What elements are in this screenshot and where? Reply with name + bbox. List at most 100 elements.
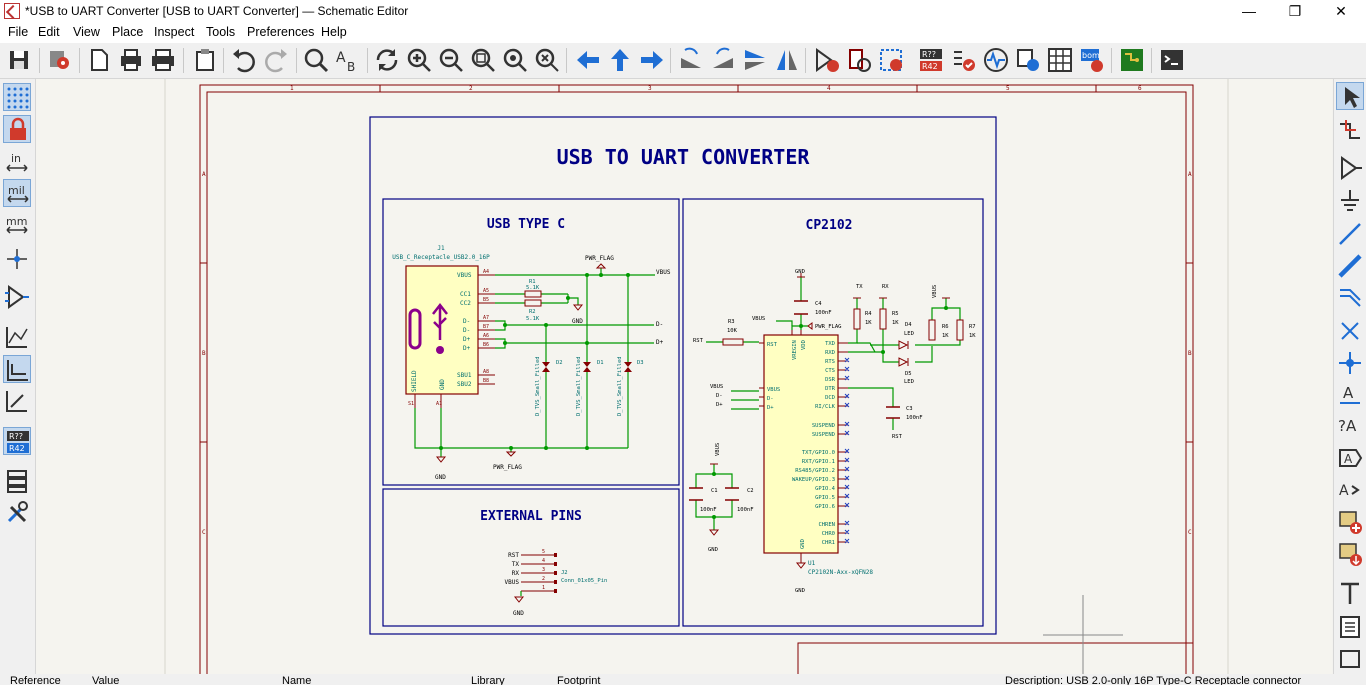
menu-inspect[interactable]: Inspect [154, 25, 194, 39]
highlight-net-icon[interactable] [1336, 116, 1364, 144]
resistor-r2[interactable] [524, 299, 542, 307]
save-icon[interactable] [5, 46, 33, 74]
units-inch-icon[interactable]: in [3, 149, 31, 177]
add-line-icon[interactable] [1336, 580, 1364, 608]
grid-toggle-icon[interactable] [3, 83, 31, 111]
zoom-selection-icon[interactable] [533, 46, 561, 74]
led-d5[interactable] [898, 357, 909, 367]
symbol-editor-icon[interactable] [845, 46, 873, 74]
redo-icon[interactable] [263, 46, 291, 74]
maximize-button[interactable]: ❐ [1272, 0, 1318, 22]
schematic-setup-icon[interactable] [46, 46, 74, 74]
erc-icon[interactable] [950, 46, 978, 74]
add-wire-icon[interactable] [1336, 220, 1364, 248]
line-angle-free-icon[interactable] [3, 323, 31, 351]
usb-pwr-flag-1: PWR_FLAG [585, 255, 614, 262]
menu-view[interactable]: View [73, 25, 100, 39]
print-icon[interactable] [117, 46, 145, 74]
tvs-diode-d2[interactable] [542, 362, 550, 372]
scripting-console-icon[interactable] [1158, 46, 1186, 74]
add-junction-icon[interactable] [1336, 349, 1364, 377]
resistor-r1[interactable] [524, 290, 542, 298]
bom-table-icon[interactable] [1046, 46, 1074, 74]
symbol-library-icon[interactable] [877, 46, 905, 74]
capacitor-c3[interactable] [886, 406, 900, 419]
arrow-left-icon[interactable] [574, 46, 602, 74]
hidden-pins-icon[interactable] [3, 283, 31, 311]
resistor-r5[interactable] [879, 308, 887, 330]
add-power-icon[interactable] [1336, 187, 1364, 215]
refresh-icon[interactable] [373, 46, 401, 74]
menu-file[interactable]: File [8, 25, 28, 39]
bom-icon[interactable]: bom [1078, 46, 1106, 74]
undo-icon[interactable] [229, 46, 257, 74]
line-angle-90-icon[interactable] [3, 355, 31, 383]
properties-tools-icon[interactable] [3, 499, 31, 527]
rotate-cw-icon[interactable] [709, 46, 737, 74]
minimize-button[interactable]: — [1226, 0, 1272, 22]
menu-tools[interactable]: Tools [206, 25, 235, 39]
annotate-icon[interactable] [813, 46, 841, 74]
grid-lock-icon[interactable] [3, 115, 31, 143]
menu-place[interactable]: Place [112, 25, 143, 39]
hierarchy-navigator-icon[interactable] [3, 467, 31, 495]
add-textbox-icon[interactable] [1336, 613, 1364, 641]
add-bus-icon[interactable] [1336, 252, 1364, 280]
pcb-editor-icon[interactable] [1118, 46, 1146, 74]
led-d4[interactable] [898, 340, 909, 350]
ext-num-2: 2 [542, 576, 545, 582]
add-bus-entry-icon[interactable] [1336, 284, 1364, 312]
add-rectangle-icon[interactable] [1336, 645, 1364, 673]
add-global-label-icon[interactable]: A [1336, 444, 1364, 472]
zoom-fit-icon[interactable] [469, 46, 497, 74]
menu-edit[interactable]: Edit [38, 25, 60, 39]
zoom-objects-icon[interactable] [501, 46, 529, 74]
find-icon[interactable] [302, 46, 330, 74]
u1-pin-vdd: VDD [801, 340, 807, 350]
rotate-ccw-icon[interactable] [677, 46, 705, 74]
arrow-right-icon[interactable] [638, 46, 666, 74]
mirror-v-icon[interactable] [741, 46, 769, 74]
line-angle-45-icon[interactable] [3, 387, 31, 415]
resistor-r4[interactable] [853, 308, 861, 330]
add-sheet-icon[interactable] [1336, 508, 1364, 536]
capacitor-c4[interactable] [794, 300, 808, 315]
capacitor-c2[interactable] [725, 487, 739, 501]
resistor-r7[interactable] [956, 319, 964, 341]
units-mm-icon[interactable]: mm [3, 211, 31, 239]
zoom-out-icon[interactable] [437, 46, 465, 74]
tvs-diode-d3[interactable] [624, 362, 632, 372]
menu-help[interactable]: Help [321, 25, 347, 39]
ext-label-rx: RX [512, 570, 520, 577]
u1-pin-vbus: VBUS [767, 387, 780, 393]
tvs-diode-d1[interactable] [583, 362, 591, 372]
no-connect-icon[interactable] [1336, 317, 1364, 345]
import-sheet-pin-icon[interactable] [1336, 540, 1364, 568]
plot-icon[interactable] [149, 46, 177, 74]
capacitor-c1[interactable] [689, 487, 703, 501]
schematic-canvas[interactable]: 1 2 3 4 5 6 A B C A B C USB TO UART CONV… [36, 79, 1332, 674]
zoom-in-icon[interactable] [405, 46, 433, 74]
page-settings-icon[interactable] [85, 46, 113, 74]
status-bar: Reference Value Name Library Footprint D… [0, 674, 1366, 685]
cursor-crosshair-icon[interactable] [3, 245, 31, 273]
select-arrow-icon[interactable] [1336, 82, 1364, 110]
add-netclass-icon[interactable]: ?A [1336, 412, 1364, 440]
resistor-r6[interactable] [928, 319, 936, 341]
add-label-icon[interactable]: A [1336, 381, 1364, 409]
mirror-h-icon[interactable] [773, 46, 801, 74]
paste-icon[interactable] [191, 46, 219, 74]
add-hier-label-icon[interactable]: A [1336, 476, 1364, 504]
annotate-toggle-icon[interactable]: R?? R42 [3, 427, 31, 455]
find-replace-icon[interactable]: AB [334, 46, 362, 74]
footprint-assign-icon[interactable] [1014, 46, 1042, 74]
annotate-r42-icon[interactable]: R?? R42 [917, 46, 945, 74]
close-button[interactable]: ✕ [1318, 0, 1364, 22]
resistor-r3[interactable] [722, 338, 744, 346]
menu-preferences[interactable]: Preferences [247, 25, 314, 39]
border-row-c-right: C [1188, 529, 1192, 536]
units-mil-icon[interactable]: mil [3, 179, 31, 207]
add-symbol-icon[interactable] [1336, 154, 1364, 182]
simulator-icon[interactable] [982, 46, 1010, 74]
arrow-up-icon[interactable] [606, 46, 634, 74]
